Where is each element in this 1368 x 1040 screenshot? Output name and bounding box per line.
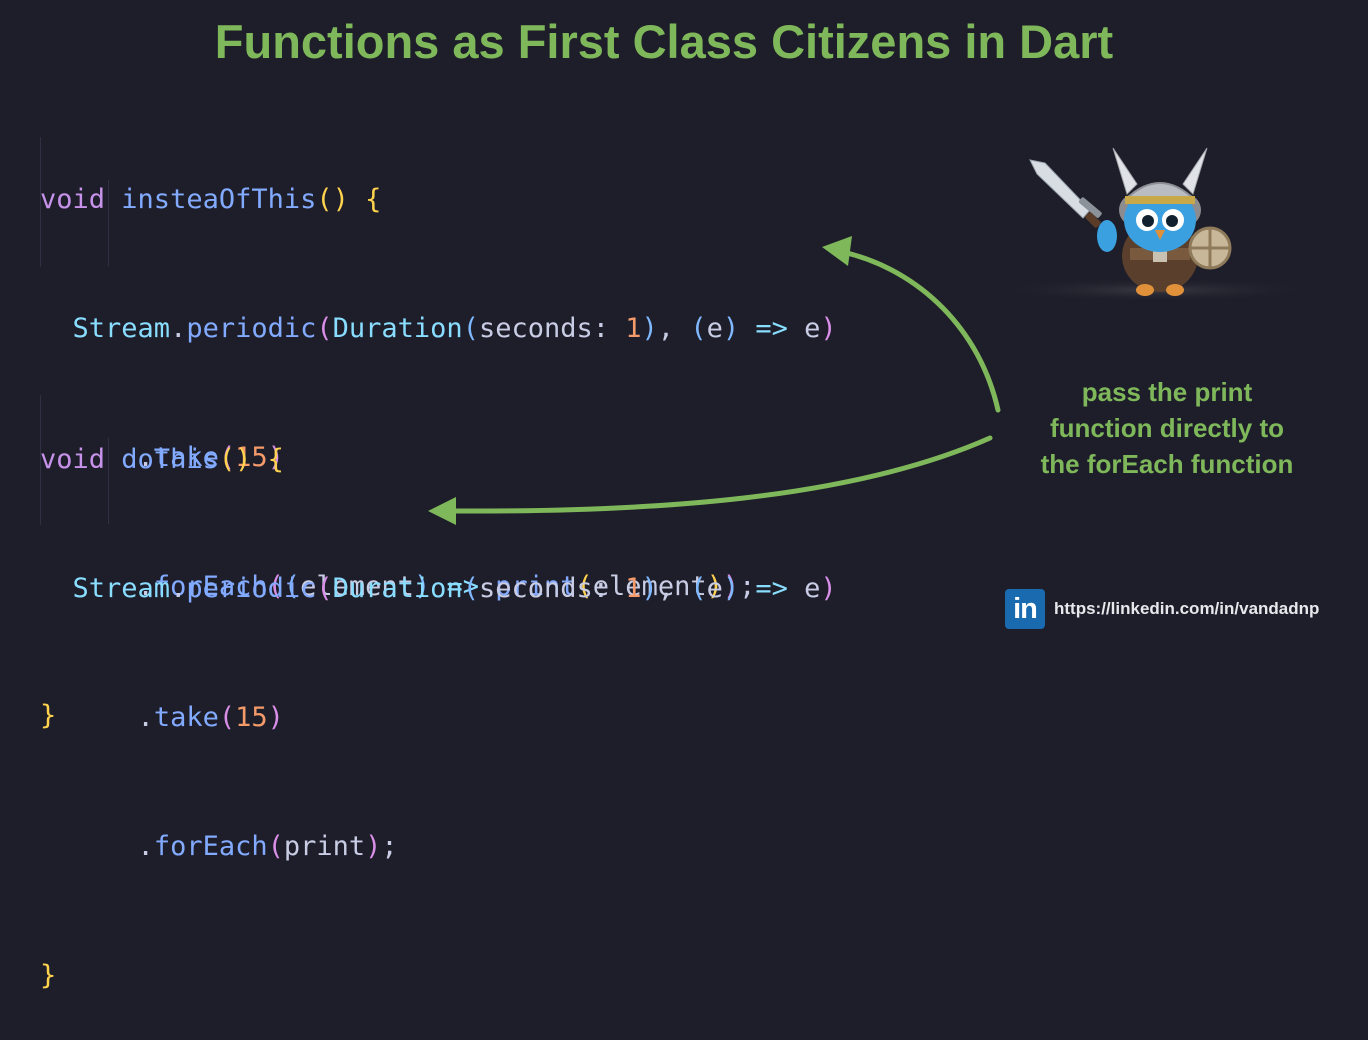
code-line: .take(15) xyxy=(137,702,284,733)
function-print: print xyxy=(283,831,366,862)
annotation-line: pass the print xyxy=(1081,377,1253,407)
dart-viking-mascot xyxy=(990,147,1320,302)
annotation-line: the forEach function xyxy=(1040,449,1294,479)
linkedin-logo-icon: in xyxy=(1005,589,1045,629)
linkedin-footer[interactable]: in https://linkedin.com/in/vandadnp xyxy=(1005,589,1319,629)
code-line: } xyxy=(40,960,57,991)
method-foreach: forEach xyxy=(153,831,268,862)
curved-arrow-icon xyxy=(428,236,1001,525)
number-literal: 15 xyxy=(235,702,268,733)
code-line: .forEach(print); xyxy=(137,831,398,862)
method-take: take xyxy=(153,702,219,733)
annotation-note: pass the print function directly to the … xyxy=(1010,374,1324,482)
annotation-line: function directly to xyxy=(1050,413,1284,443)
profile-url[interactable]: https://linkedin.com/in/vandadnp xyxy=(1054,599,1319,619)
